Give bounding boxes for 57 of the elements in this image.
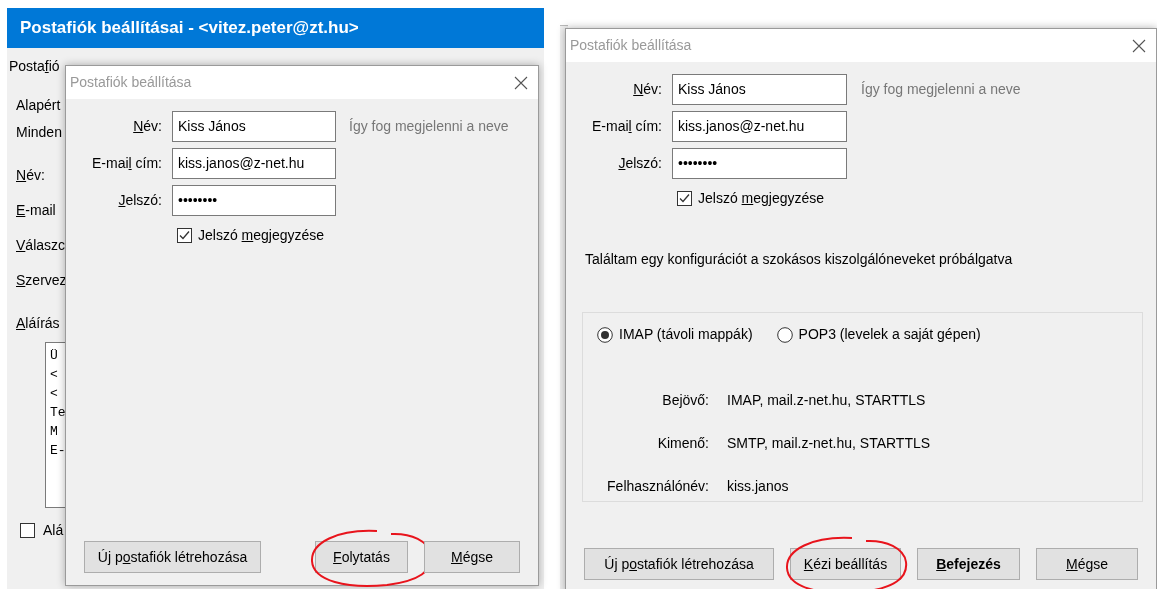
selected-radio-button[interactable] xyxy=(597,326,613,343)
form-label: Minden xyxy=(15,123,62,142)
form-label: Alapért xyxy=(15,96,61,115)
radio-label: POP3 (levelek a saját gépen) xyxy=(798,325,981,344)
form-label: Postafió xyxy=(9,57,60,76)
hint-text: Így fog megjelenni a neve xyxy=(348,117,509,136)
dialog-button[interactable]: Folytatás xyxy=(315,541,408,573)
input-field[interactable]: Kiss János xyxy=(172,111,336,142)
detail-label: Kimenő: xyxy=(656,434,709,453)
form-label: E-mail xyxy=(15,201,56,220)
close-icon[interactable] xyxy=(1132,38,1146,53)
dialog-button[interactable]: Mégse xyxy=(1036,548,1138,580)
status-message: Találtam egy konfigurációt a szokásos kiszolgálóneveket próbálgatva xyxy=(585,250,1014,269)
signature-line: Te xyxy=(50,404,67,422)
radio-label: IMAP (távoli mappák) xyxy=(619,325,753,344)
dialog-title: Postafiók beállítása xyxy=(70,73,192,92)
input-field[interactable]: kiss.janos@z-net.hu xyxy=(672,111,847,142)
window-title: Postafiók beállításai - <vitez.peter@zt.hu> xyxy=(20,17,359,40)
dialog-button[interactable]: Mégse xyxy=(424,541,520,573)
form-label: Aláírás xyxy=(15,314,60,333)
form-label: Név: xyxy=(15,166,45,185)
field-label: E-mail cím: xyxy=(590,117,663,136)
detail-label: Bejövő: xyxy=(661,391,709,410)
field-label: Név: xyxy=(132,117,163,136)
field-label: E-mail cím: xyxy=(90,154,163,173)
signature-line: < xyxy=(50,385,59,403)
radio-button[interactable] xyxy=(776,326,793,343)
dialog-button[interactable]: Kézi beállítás xyxy=(790,548,901,580)
checked-checkbox[interactable] xyxy=(677,191,692,206)
checkbox[interactable] xyxy=(20,523,35,538)
signature-line: E- xyxy=(50,442,67,460)
input-field[interactable]: kiss.janos@z-net.hu xyxy=(172,148,336,179)
form-label: Válaszc xyxy=(15,236,66,255)
detail-value: SMTP, mail.z-net.hu, STARTTLS xyxy=(726,434,931,453)
field-label: Jelszó: xyxy=(117,191,163,210)
input-field[interactable]: Kiss János xyxy=(672,74,847,105)
checkbox-label: Jelszó megjegyzése xyxy=(698,189,825,208)
input-field[interactable]: •••••••• xyxy=(672,148,847,179)
close-icon[interactable] xyxy=(514,75,528,90)
checkbox-label: Alá xyxy=(43,521,64,540)
checkbox-label: Jelszó megjegyzése xyxy=(198,226,325,245)
signature-line: Ü xyxy=(50,347,59,365)
input-field[interactable]: •••••••• xyxy=(172,185,336,216)
dialog-button[interactable]: Befejezés xyxy=(917,548,1020,580)
signature-line: M xyxy=(50,423,59,441)
detail-value: kiss.janos xyxy=(726,477,789,496)
dialog-button[interactable]: Új postafiók létrehozása xyxy=(584,548,774,580)
field-label: Név: xyxy=(632,80,663,99)
checked-checkbox[interactable] xyxy=(177,228,192,243)
field-label: Jelszó: xyxy=(617,154,663,173)
hint-text: Így fog megjelenni a neve xyxy=(860,80,1021,99)
dialog-title: Postafiók beállítása xyxy=(570,36,692,55)
detail-value: IMAP, mail.z-net.hu, STARTTLS xyxy=(726,391,926,410)
detail-label: Felhasználónév: xyxy=(606,477,709,496)
signature-line: < xyxy=(50,366,59,384)
dialog-button[interactable]: Új postafiók létrehozása xyxy=(84,541,261,573)
form-label: Szervez xyxy=(15,271,67,290)
